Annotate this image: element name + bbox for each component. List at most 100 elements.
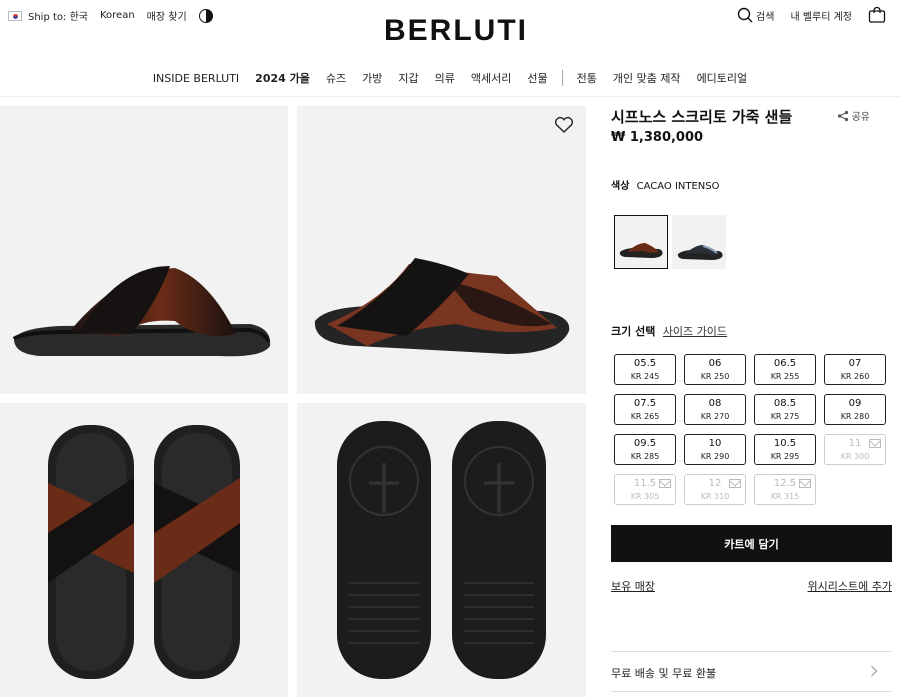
color-swatch-alternate[interactable] bbox=[672, 215, 726, 269]
size-kr: KR 275 bbox=[770, 412, 800, 421]
add-to-wishlist-link[interactable]: 위시리스트에 추가 bbox=[808, 578, 892, 594]
size-eu: 12 bbox=[708, 478, 722, 489]
search-label: 검색 bbox=[756, 11, 775, 23]
size-option[interactable]: 07.5 KR 265 bbox=[614, 394, 676, 425]
size-option-unavailable[interactable]: 11 KR 300 bbox=[824, 434, 886, 465]
add-to-cart-button[interactable]: 카트에 담기 bbox=[611, 525, 892, 562]
size-kr: KR 265 bbox=[630, 412, 660, 421]
product-image-side[interactable] bbox=[0, 106, 288, 394]
share-icon bbox=[837, 110, 848, 121]
contrast-toggle-icon[interactable] bbox=[198, 8, 213, 23]
size-kr: KR 255 bbox=[770, 372, 800, 381]
color-info: 색상 CACAO INTENSO bbox=[611, 177, 720, 192]
size-option[interactable]: 07 KR 260 bbox=[824, 354, 886, 385]
size-option[interactable]: 05.5 KR 245 bbox=[614, 354, 676, 385]
size-eu: 09 bbox=[848, 398, 862, 409]
size-option-unavailable[interactable]: 12 KR 310 bbox=[684, 474, 746, 505]
size-kr: KR 300 bbox=[840, 452, 870, 461]
size-kr: KR 305 bbox=[630, 492, 660, 501]
size-option[interactable]: 06.5 KR 255 bbox=[754, 354, 816, 385]
size-eu: 06.5 bbox=[773, 358, 797, 369]
sandal-angle-view-image bbox=[314, 258, 570, 354]
nav-divider-line bbox=[0, 96, 900, 97]
size-option[interactable]: 06 KR 250 bbox=[684, 354, 746, 385]
wishlist-heart-icon[interactable] bbox=[554, 116, 574, 134]
notify-mail-icon bbox=[869, 439, 881, 448]
size-option[interactable]: 08 KR 270 bbox=[684, 394, 746, 425]
shopping-bag-icon[interactable] bbox=[868, 7, 886, 23]
size-eu: 07.5 bbox=[633, 398, 657, 409]
divider bbox=[611, 691, 892, 692]
top-right-utilities: 검색 내 벨루티 계정 bbox=[737, 7, 886, 23]
sandal-side-view-image bbox=[12, 266, 271, 357]
size-grid: 05.5 KR 245 06 KR 250 06.5 KR 255 07 KR 260 … bbox=[614, 354, 886, 505]
size-option-unavailable[interactable]: 11.5 KR 305 bbox=[614, 474, 676, 505]
size-kr: KR 295 bbox=[770, 452, 800, 461]
top-left-utilities: Ship to: 한국 Korean 매장 찾기 bbox=[8, 8, 213, 23]
size-kr: KR 270 bbox=[700, 412, 730, 421]
nav-item-bags[interactable]: 가방 bbox=[362, 70, 382, 86]
search-button[interactable]: 검색 bbox=[737, 7, 774, 23]
size-eu: 10 bbox=[708, 438, 722, 449]
size-kr: KR 310 bbox=[700, 492, 730, 501]
secondary-actions: 보유 매장 위시리스트에 추가 bbox=[611, 578, 892, 594]
size-kr: KR 285 bbox=[630, 452, 660, 461]
share-button[interactable]: 공유 bbox=[837, 108, 870, 123]
product-image-top[interactable] bbox=[0, 403, 288, 697]
ship-to-label: Ship to: 한국 bbox=[28, 12, 88, 23]
share-label: 공유 bbox=[851, 112, 870, 123]
size-eu: 12.5 bbox=[773, 478, 797, 489]
main-navigation: INSIDE BERLUTI 2024 가을 슈즈 가방 지갑 의류 액세서리 … bbox=[0, 70, 900, 86]
nav-item-2024-fall[interactable]: 2024 가을 bbox=[255, 70, 310, 86]
size-option[interactable]: 09.5 KR 285 bbox=[614, 434, 676, 465]
ship-to-selector[interactable]: Ship to: 한국 bbox=[8, 8, 88, 23]
brand-logo[interactable]: BERLUTI bbox=[384, 14, 528, 48]
sandal-sole-view-image bbox=[337, 421, 546, 679]
account-link[interactable]: 내 벨루티 계정 bbox=[790, 8, 852, 23]
nav-item-inside-berluti[interactable]: INSIDE BERLUTI bbox=[153, 72, 239, 85]
size-guide-link[interactable]: 사이즈 가이드 bbox=[663, 325, 727, 338]
size-kr: KR 260 bbox=[840, 372, 870, 381]
language-selector[interactable]: Korean bbox=[100, 10, 135, 21]
product-image-sole[interactable] bbox=[297, 403, 586, 697]
size-eu: 11 bbox=[848, 438, 862, 449]
notify-mail-icon bbox=[729, 479, 741, 488]
nav-item-gifts[interactable]: 선물 bbox=[527, 70, 547, 86]
notify-mail-icon bbox=[659, 479, 671, 488]
chevron-right-icon[interactable] bbox=[870, 665, 878, 677]
size-label: 크기 선택 bbox=[611, 325, 656, 338]
size-eu: 05.5 bbox=[633, 358, 657, 369]
size-option[interactable]: 08.5 KR 275 bbox=[754, 394, 816, 425]
nav-divider bbox=[561, 70, 563, 86]
swatch-sandal-alt-image bbox=[677, 245, 723, 260]
size-kr: KR 315 bbox=[770, 492, 800, 501]
notify-mail-icon bbox=[799, 479, 811, 488]
nav-item-shoes[interactable]: 슈즈 bbox=[326, 70, 346, 86]
color-swatch-cacao-intenso[interactable] bbox=[614, 215, 668, 269]
size-option[interactable]: 10.5 KR 295 bbox=[754, 434, 816, 465]
size-option[interactable]: 10 KR 290 bbox=[684, 434, 746, 465]
size-selector-header: 크기 선택 사이즈 가이드 bbox=[611, 323, 727, 339]
size-option-unavailable[interactable]: 12.5 KR 315 bbox=[754, 474, 816, 505]
store-finder-link[interactable]: 매장 찾기 bbox=[147, 8, 187, 23]
nav-item-wallets[interactable]: 지갑 bbox=[398, 70, 418, 86]
size-kr: KR 280 bbox=[840, 412, 870, 421]
product-title: 시프노스 스크리토 가죽 샌들 bbox=[611, 108, 793, 126]
size-kr: KR 250 bbox=[700, 372, 730, 381]
nav-item-accessories[interactable]: 액세서리 bbox=[471, 70, 511, 86]
search-icon bbox=[737, 7, 753, 23]
size-eu: 10.5 bbox=[773, 438, 797, 449]
nav-item-clothing[interactable]: 의류 bbox=[435, 70, 455, 86]
size-eu: 06 bbox=[708, 358, 722, 369]
color-label: 색상 bbox=[611, 181, 630, 192]
product-image-angle[interactable] bbox=[297, 106, 586, 394]
shipping-accordion-title[interactable]: 무료 배송 및 무료 환불 bbox=[611, 665, 716, 681]
top-bar: Ship to: 한국 Korean 매장 찾기 BERLUTI 검색 내 벨루… bbox=[0, 0, 900, 47]
product-gallery bbox=[0, 106, 586, 697]
nav-item-personalization[interactable]: 개인 맞춤 제작 bbox=[613, 70, 681, 86]
nav-item-editorial[interactable]: 에디토리얼 bbox=[697, 70, 748, 86]
nav-item-heritage[interactable]: 전통 bbox=[577, 70, 597, 86]
size-option[interactable]: 09 KR 280 bbox=[824, 394, 886, 425]
stock-stores-link[interactable]: 보유 매장 bbox=[611, 578, 655, 594]
size-kr: KR 290 bbox=[700, 452, 730, 461]
